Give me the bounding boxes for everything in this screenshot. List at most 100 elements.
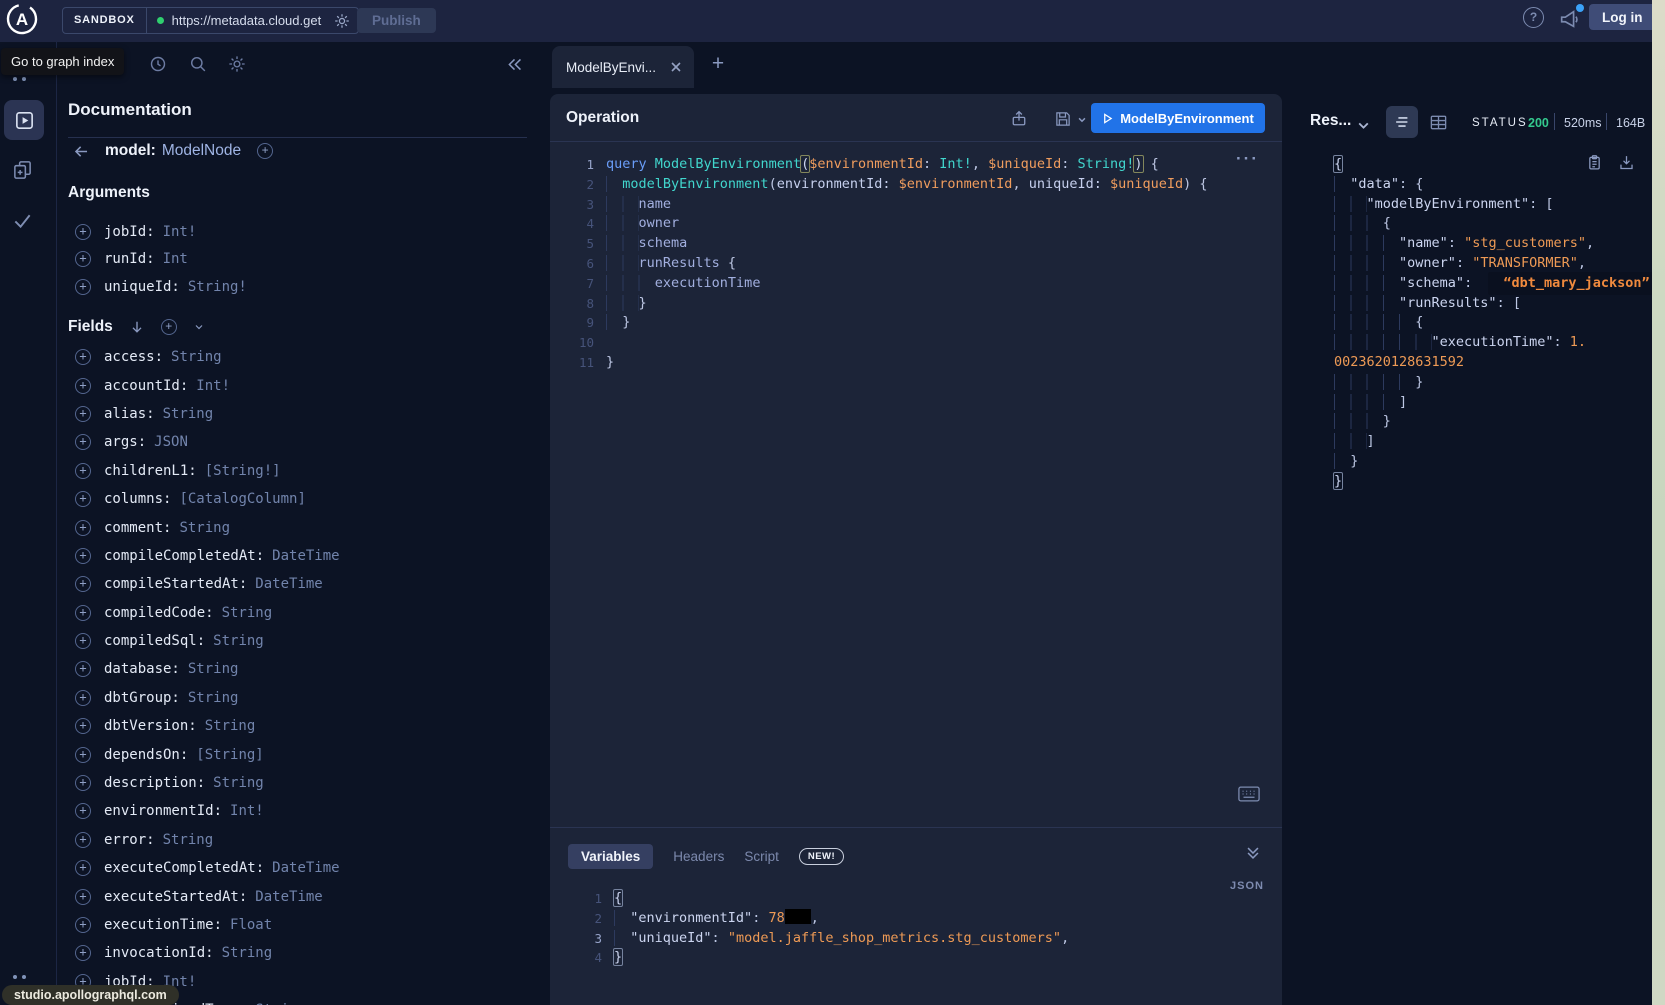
add-to-operation-icon[interactable]: + (75, 251, 91, 267)
operation-code-line[interactable]: 2 modelByEnvironment(environmentId: $env… (550, 175, 1282, 195)
sidebar-more-icon[interactable] (13, 975, 17, 979)
operation-code-line[interactable]: 5 schema (550, 234, 1282, 254)
graph-index-icon[interactable] (22, 77, 26, 81)
sort-fields-icon[interactable] (129, 319, 145, 335)
announcements-icon[interactable] (1558, 8, 1580, 30)
save-operation-icon[interactable] (1054, 110, 1072, 128)
operation-code-line[interactable]: 4 owner (550, 214, 1282, 234)
doc-field-row[interactable]: +comment:String (56, 513, 545, 541)
back-arrow-icon[interactable] (73, 143, 90, 160)
add-to-operation-icon[interactable]: + (75, 548, 91, 564)
add-to-operation-icon[interactable]: + (75, 945, 91, 961)
add-to-operation-icon[interactable]: + (75, 690, 91, 706)
sandbox-badge[interactable]: SANDBOX (63, 8, 147, 33)
variables-code-line[interactable]: 3 "uniqueId": "model.jaffle_shop_metrics… (550, 929, 1282, 949)
doc-field-row[interactable]: +database:String (56, 655, 545, 683)
doc-field-row[interactable]: +alias:String (56, 400, 545, 428)
apollo-logo[interactable]: A (5, 2, 39, 36)
operation-code-line[interactable]: 1query ModelByEnvironment($environmentId… (550, 155, 1282, 175)
add-to-operation-icon[interactable]: + (75, 463, 91, 479)
doc-field-row[interactable]: +args:JSON (56, 428, 545, 456)
add-to-operation-icon[interactable]: + (75, 576, 91, 592)
doc-field-row[interactable]: +compiledCode:String (56, 599, 545, 627)
add-to-operation-icon[interactable]: + (75, 661, 91, 677)
doc-field-row[interactable]: +accountId:Int! (56, 371, 545, 399)
sidebar-more-icon[interactable] (22, 975, 26, 979)
keyboard-shortcuts-icon[interactable] (1238, 786, 1260, 802)
add-to-operation-icon[interactable]: + (75, 803, 91, 819)
add-to-operation-icon[interactable]: + (75, 889, 91, 905)
chevron-down-icon[interactable] (193, 321, 205, 333)
add-to-operation-icon[interactable]: + (75, 224, 91, 240)
doc-field-row[interactable]: +executionTime:Float (56, 911, 545, 939)
new-tab-button[interactable]: + (708, 54, 728, 74)
tab-script[interactable]: Script (744, 849, 779, 864)
share-operation-icon[interactable] (1010, 110, 1028, 128)
add-to-operation-icon[interactable]: + (75, 349, 91, 365)
response-title[interactable]: Res... (1310, 112, 1351, 130)
doc-field-row[interactable]: +compiledSql:String (56, 627, 545, 655)
add-to-operation-icon[interactable]: + (75, 406, 91, 422)
close-tab-icon[interactable] (670, 61, 682, 73)
response-dropdown-chevron-icon[interactable] (1356, 118, 1371, 133)
doc-field-row[interactable]: +executeCompletedAt:DateTime (56, 854, 545, 882)
variables-code-line[interactable]: 2 "environmentId": 78, (550, 909, 1282, 929)
login-button[interactable]: Log in (1589, 4, 1656, 30)
add-to-operation-icon[interactable]: + (75, 775, 91, 791)
add-to-operation-icon[interactable]: + (75, 279, 91, 295)
add-to-operation-icon[interactable]: + (75, 832, 91, 848)
publish-button[interactable]: Publish (357, 8, 436, 33)
add-to-operation-icon[interactable]: + (75, 917, 91, 933)
doc-field-row[interactable]: +childrenL1:[String!] (56, 457, 545, 485)
type-name-link[interactable]: ModelNode (162, 142, 241, 160)
doc-field-row[interactable]: +access:String (56, 343, 545, 371)
doc-field-row[interactable]: +dbtVersion:String (56, 712, 545, 740)
tab-modelbyenvironment[interactable]: ModelByEnvi... (552, 46, 694, 88)
doc-field-row[interactable]: +compileStartedAt:DateTime (56, 570, 545, 598)
add-to-operation-icon[interactable]: + (75, 860, 91, 876)
table-view-toggle[interactable] (1429, 113, 1448, 132)
add-to-operation-icon[interactable]: + (75, 378, 91, 394)
doc-field-row[interactable]: +dbtGroup:String (56, 684, 545, 712)
operation-code-line[interactable]: 3 name (550, 195, 1282, 215)
sidebar-item-schema-docs[interactable] (12, 159, 33, 180)
doc-field-row[interactable]: +columns:[CatalogColumn] (56, 485, 545, 513)
add-to-operation-icon[interactable]: + (75, 491, 91, 507)
doc-field-row[interactable]: +compileCompletedAt:DateTime (56, 542, 545, 570)
doc-field-row[interactable]: +error:String (56, 826, 545, 854)
doc-field-row[interactable]: +description:String (56, 769, 545, 797)
doc-argument-row[interactable]: +runId:Int (56, 246, 545, 274)
add-to-operation-icon[interactable]: + (75, 605, 91, 621)
doc-field-row[interactable]: +executeStartedAt:DateTime (56, 882, 545, 910)
endpoint-url-input[interactable]: https://metadata.cloud.get (172, 13, 330, 28)
add-type-button[interactable]: + (257, 143, 273, 159)
operation-code-line[interactable]: 10 (550, 333, 1282, 353)
add-to-operation-icon[interactable]: + (75, 718, 91, 734)
run-operation-button[interactable]: ModelByEnvironment (1091, 103, 1265, 133)
operation-code-line[interactable]: 8 } (550, 294, 1282, 314)
endpoint-settings-icon[interactable] (334, 13, 350, 29)
doc-field-row[interactable]: +invocationId:String (56, 939, 545, 967)
add-to-operation-icon[interactable]: + (75, 434, 91, 450)
doc-argument-row[interactable]: +jobId:Int! (56, 218, 545, 246)
pretty-view-toggle[interactable] (1386, 106, 1418, 138)
add-to-operation-icon[interactable]: + (75, 520, 91, 536)
sidebar-item-checks[interactable] (12, 210, 33, 231)
add-to-operation-icon[interactable]: + (75, 633, 91, 649)
operation-code-line[interactable]: 9 } (550, 313, 1282, 333)
operation-code-line[interactable]: 11} (550, 353, 1282, 373)
operation-code-line[interactable]: 6 runResults { (550, 254, 1282, 274)
add-all-fields-button[interactable]: + (161, 319, 177, 335)
add-to-operation-icon[interactable]: + (75, 747, 91, 763)
variables-code-line[interactable]: 4} (550, 948, 1282, 968)
doc-argument-row[interactable]: +uniqueId:String! (56, 273, 545, 301)
collapse-bottom-panel-icon[interactable] (1244, 844, 1262, 862)
doc-field-row[interactable]: +environmentId:Int! (56, 797, 545, 825)
help-icon[interactable]: ? (1523, 7, 1544, 28)
doc-field-row[interactable]: +dependsOn:[String] (56, 740, 545, 768)
graph-index-icon[interactable] (13, 77, 17, 81)
tab-variables[interactable]: Variables (568, 844, 653, 869)
tab-headers[interactable]: Headers (673, 849, 724, 864)
sidebar-item-operations[interactable] (4, 100, 44, 140)
operation-code-line[interactable]: 7 executionTime (550, 274, 1282, 294)
